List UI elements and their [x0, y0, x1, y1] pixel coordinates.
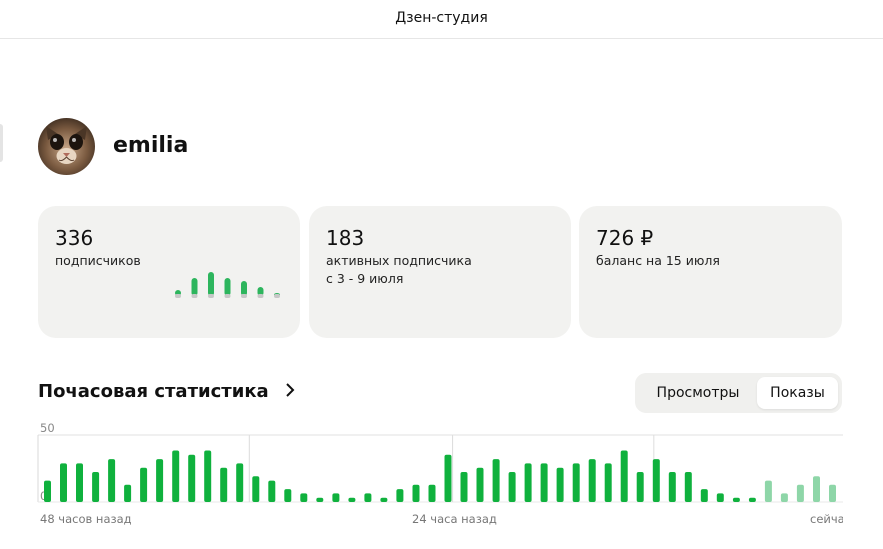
chart-bar[interactable]: [300, 493, 308, 502]
mini-bar: [191, 278, 198, 296]
avatar[interactable]: [38, 118, 95, 175]
mini-bar-base: [274, 294, 280, 298]
cat-avatar-icon: [38, 118, 95, 175]
chart-bar[interactable]: [348, 497, 356, 502]
active-subscribers-count: 183: [326, 226, 365, 250]
chart-bar[interactable]: [156, 459, 164, 502]
chart-bar[interactable]: [44, 480, 51, 502]
chart-bar[interactable]: [813, 476, 820, 502]
chart-bar[interactable]: [460, 472, 468, 502]
chart-bar[interactable]: [108, 459, 116, 502]
active-subscribers-period: с 3 - 9 июля: [326, 271, 404, 286]
chart-bar[interactable]: [284, 489, 292, 502]
chart-bar[interactable]: [684, 472, 692, 502]
chart-bar[interactable]: [380, 497, 388, 502]
chart-bar[interactable]: [796, 484, 804, 502]
chart-bar[interactable]: [236, 463, 244, 502]
chart-bar[interactable]: [412, 484, 420, 502]
chart-bar[interactable]: [652, 459, 660, 502]
x-label-end-clip: сейчас: [810, 512, 843, 526]
chart-bar[interactable]: [124, 484, 132, 502]
profile-name: emilia: [113, 133, 189, 158]
subscribers-mini-chart: [170, 262, 290, 302]
chart-bar[interactable]: [252, 476, 260, 502]
mini-bar-base: [175, 294, 181, 298]
balance-label: баланс на 15 июля: [596, 253, 720, 268]
chart-bar[interactable]: [140, 467, 148, 502]
views-tab[interactable]: Просмотры: [639, 377, 757, 409]
hourly-stats-link[interactable]: Почасовая статистика: [38, 381, 295, 402]
chart-bar[interactable]: [492, 459, 500, 502]
chart-bar[interactable]: [524, 463, 532, 502]
chart-bar[interactable]: [668, 472, 676, 502]
chart-bar[interactable]: [572, 463, 580, 502]
top-bar: Дзен-студия: [0, 0, 883, 39]
chart-bar[interactable]: [748, 497, 756, 502]
balance-value: 726 ₽: [596, 226, 654, 250]
chart-bar[interactable]: [732, 497, 740, 502]
app-title: Дзен-студия: [395, 10, 488, 26]
chart-bar[interactable]: [476, 467, 484, 502]
chart-bar[interactable]: [332, 493, 340, 502]
chart-bar[interactable]: [764, 480, 772, 502]
chart-bar[interactable]: [188, 454, 196, 502]
mini-bar: [241, 281, 247, 296]
chart-bar[interactable]: [829, 484, 836, 502]
chart-bar[interactable]: [396, 489, 404, 502]
active-subscribers-label: активных подписчика: [326, 253, 472, 268]
chart-bar[interactable]: [204, 450, 212, 503]
chart-bar[interactable]: [540, 463, 548, 502]
chart-bar[interactable]: [700, 489, 708, 502]
subscribers-count: 336: [55, 226, 94, 250]
chart-bar[interactable]: [780, 493, 788, 502]
chart-bar[interactable]: [716, 493, 724, 502]
mini-bar: [208, 272, 214, 296]
chart-bar[interactable]: [428, 484, 436, 502]
chart-bar[interactable]: [76, 463, 83, 502]
hourly-chart-svg: 500: [37, 421, 843, 503]
chart-bar[interactable]: [620, 450, 628, 503]
x-label-mid: 24 часа назад: [412, 512, 497, 526]
chart-bar[interactable]: [636, 472, 644, 502]
chart-bar[interactable]: [444, 454, 452, 502]
x-label-end: сейчас: [810, 512, 843, 526]
chart-bar[interactable]: [604, 463, 612, 502]
chart-bar[interactable]: [268, 480, 276, 502]
mini-bar: [224, 278, 231, 296]
chart-bar[interactable]: [220, 467, 228, 502]
mini-chart-svg: [175, 272, 280, 298]
mini-bar-base: [257, 294, 264, 298]
chart-bar[interactable]: [172, 450, 180, 503]
sidebar-collapse-handle[interactable]: [0, 124, 3, 162]
chart-bar[interactable]: [588, 459, 596, 502]
y-tick-label: 50: [40, 421, 55, 435]
impressions-tab[interactable]: Показы: [757, 377, 838, 409]
mini-bar-base: [224, 294, 231, 298]
chart-bar[interactable]: [556, 467, 564, 502]
chart-bar[interactable]: [60, 463, 67, 502]
mini-bar-base: [191, 294, 198, 298]
chart-bar[interactable]: [364, 493, 372, 502]
balance-card[interactable]: 726 ₽ баланс на 15 июля: [579, 206, 842, 338]
mini-bar-base: [241, 294, 247, 298]
hourly-stats-title: Почасовая статистика: [38, 381, 269, 402]
mini-bar-base: [208, 294, 214, 298]
active-subscribers-card[interactable]: 183 активных подписчика с 3 - 9 июля: [309, 206, 571, 338]
chart-bar[interactable]: [92, 472, 100, 502]
chevron-right-icon: [285, 381, 295, 402]
chart-bar[interactable]: [508, 472, 516, 502]
chart-bar[interactable]: [316, 497, 324, 502]
x-label-start: 48 часов назад: [40, 512, 132, 526]
metric-toggle: Просмотры Показы: [635, 373, 842, 413]
